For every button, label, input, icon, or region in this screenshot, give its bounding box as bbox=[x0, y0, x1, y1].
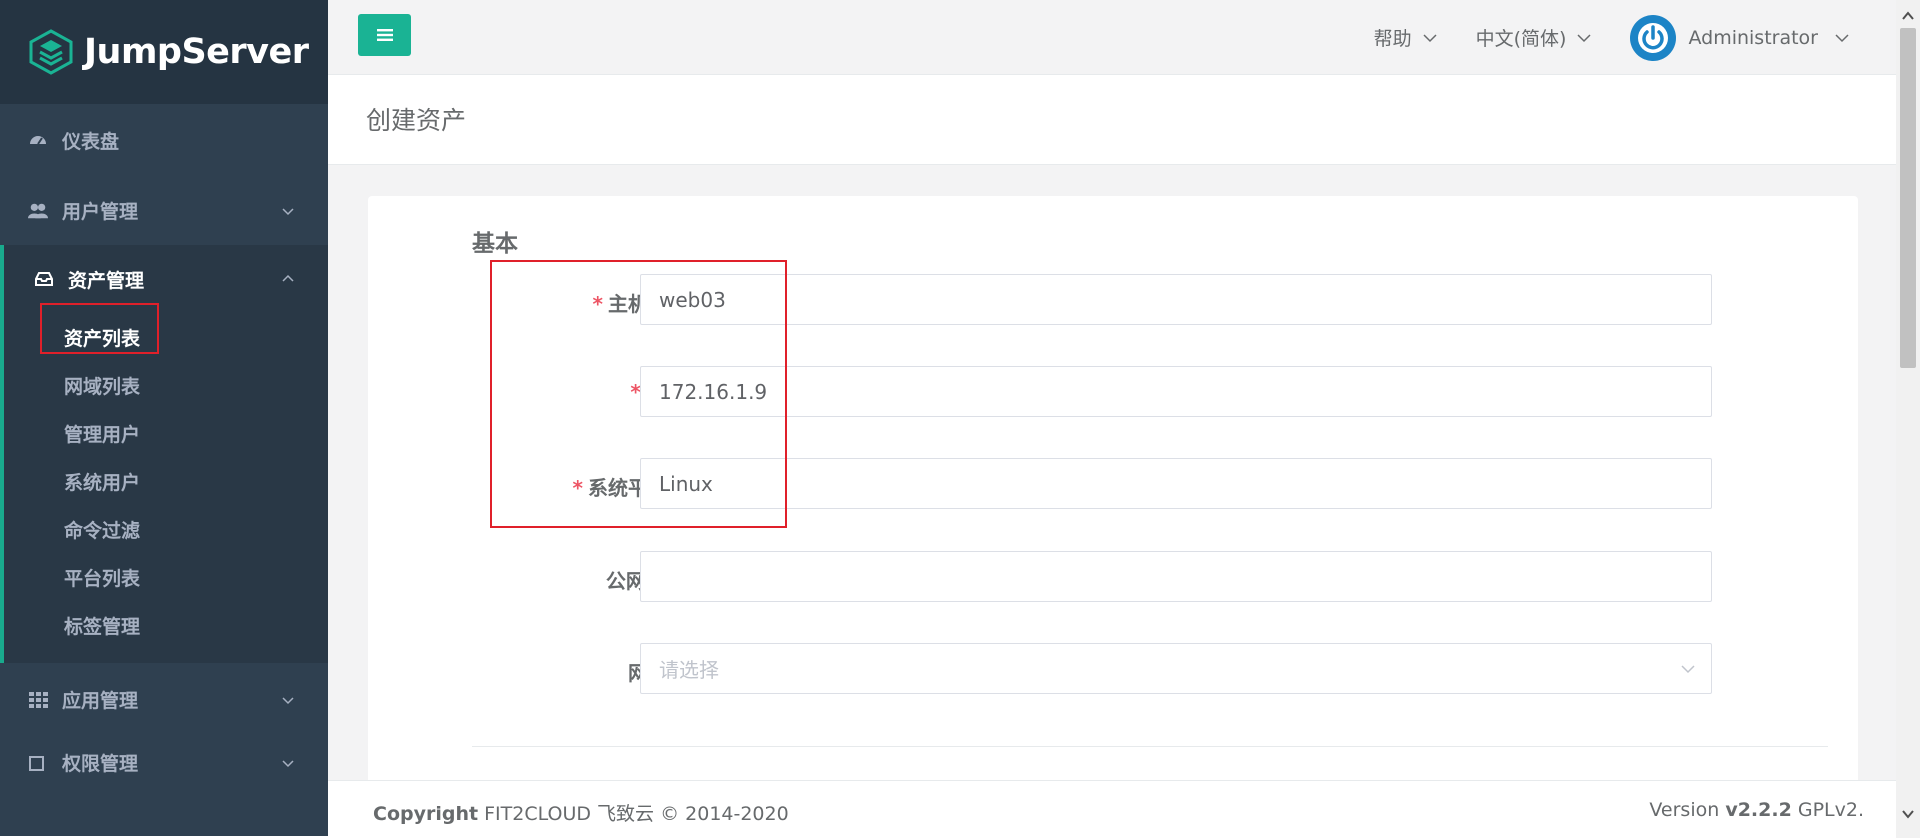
sidebar-item-label: 权限管理 bbox=[62, 753, 139, 775]
help-label: 帮助 bbox=[1373, 28, 1412, 50]
inbox-icon bbox=[34, 269, 54, 289]
sidebar-subitem-label-management[interactable]: 标签管理 bbox=[4, 601, 328, 649]
sidebar-subitem-platform-list[interactable]: 平台列表 bbox=[4, 553, 328, 601]
power-icon bbox=[1638, 22, 1669, 53]
chevron-down-icon bbox=[282, 207, 294, 215]
sidebar-item-users[interactable]: 用户管理 bbox=[0, 176, 328, 245]
sidebar-subitem-label: 系统用户 bbox=[64, 471, 141, 494]
sidebar-subitem-label: 管理用户 bbox=[64, 423, 141, 446]
help-dropdown[interactable]: 帮助 bbox=[1374, 24, 1438, 51]
dashboard-icon bbox=[28, 130, 48, 150]
sidebar-subitem-command-filter[interactable]: 命令过滤 bbox=[4, 505, 328, 553]
language-dropdown[interactable]: 中文(简体) bbox=[1476, 24, 1593, 51]
grid-icon bbox=[28, 690, 48, 710]
sidebar-subitem-label: 平台列表 bbox=[64, 567, 141, 590]
highlight-box bbox=[40, 303, 159, 354]
menu-toggle-button[interactable] bbox=[358, 14, 411, 56]
hostname-input[interactable]: web03 bbox=[640, 274, 1712, 325]
topbar: 帮助 中文(简体) Administrator bbox=[328, 0, 1896, 75]
copyright: Copyright FIT2CLOUD 飞致云 © 2014-2020 bbox=[373, 803, 789, 825]
chevron-down-icon bbox=[1681, 664, 1695, 673]
sidebar-submenu-assets: 资产列表 网域列表 管理用户 系统用户 命令过滤 平台列表 标签管理 bbox=[4, 303, 328, 663]
footer: Copyright FIT2CLOUD 飞致云 © 2014-2020 Vers… bbox=[328, 780, 1896, 838]
scroll-up-icon[interactable] bbox=[1900, 8, 1916, 24]
hamburger-icon bbox=[376, 29, 393, 41]
user-name: Administrator bbox=[1688, 26, 1818, 49]
sidebar-item-apps[interactable]: 应用管理 bbox=[0, 665, 328, 734]
section-title: 基本 bbox=[472, 231, 518, 257]
chevron-down-icon bbox=[282, 759, 294, 767]
page-heading: 创建资产 bbox=[328, 75, 1896, 165]
chevron-down-icon bbox=[1577, 33, 1591, 42]
scroll-thumb[interactable] bbox=[1900, 28, 1916, 368]
sidebar-subitem-label: 标签管理 bbox=[64, 615, 141, 638]
sidebar-subitem-asset-list[interactable]: 资产列表 bbox=[4, 303, 328, 361]
sidebar-item-label: 用户管理 bbox=[62, 201, 139, 223]
sidebar-subitem-domain-list[interactable]: 网域列表 bbox=[4, 361, 328, 409]
avatar bbox=[1630, 14, 1677, 61]
sidebar-item-label: 仪表盘 bbox=[62, 130, 120, 153]
domain-placeholder: 请选择 bbox=[659, 658, 719, 682]
sidebar-group-assets: 资产管理 资产列表 网域列表 管理用户 系统用户 命令过滤 平台列表 标签管理 bbox=[0, 245, 328, 663]
sidebar-subitem-admin-users[interactable]: 管理用户 bbox=[4, 409, 328, 457]
scrollbar[interactable] bbox=[1896, 0, 1920, 838]
version-info: Version v2.2.2 GPLv2. bbox=[1649, 799, 1864, 821]
public-ip-input[interactable] bbox=[640, 551, 1712, 602]
edit-icon bbox=[28, 753, 48, 773]
logo-text: JumpServer bbox=[84, 32, 309, 72]
sidebar-item-label: 资产管理 bbox=[68, 269, 145, 292]
chevron-down-icon bbox=[282, 696, 294, 704]
sidebar-item-label: 应用管理 bbox=[62, 690, 139, 712]
jumpserver-logo-icon bbox=[29, 29, 73, 75]
topbar-right: 帮助 中文(简体) Administrator bbox=[1374, 0, 1896, 75]
sidebar-subitem-system-users[interactable]: 系统用户 bbox=[4, 457, 328, 505]
logo[interactable]: JumpServer bbox=[0, 0, 328, 104]
chevron-down-icon bbox=[1835, 33, 1849, 42]
highlight-box bbox=[490, 260, 787, 528]
divider bbox=[472, 746, 1828, 747]
sidebar-subitem-label: 命令过滤 bbox=[64, 519, 141, 542]
chevron-down-icon bbox=[1423, 33, 1437, 42]
users-icon bbox=[28, 201, 48, 221]
form-row-public-ip: 公网IP bbox=[472, 551, 1712, 603]
page-title: 创建资产 bbox=[366, 106, 467, 135]
sidebar-item-perms[interactable]: 权限管理 bbox=[0, 728, 328, 797]
domain-select[interactable]: 请选择 bbox=[640, 643, 1712, 694]
sidebar-subitem-label: 网域列表 bbox=[64, 375, 141, 398]
language-label: 中文(简体) bbox=[1475, 28, 1567, 50]
chevron-up-icon bbox=[282, 274, 294, 282]
form-row-domain: 网域 请选择 bbox=[472, 643, 1712, 695]
platform-select[interactable]: Linux bbox=[640, 458, 1712, 509]
sidebar: JumpServer 仪表盘 用户管理 资产管理 资产列表 网域列表 管理用户 … bbox=[0, 0, 328, 836]
sidebar-item-dashboard[interactable]: 仪表盘 bbox=[0, 104, 328, 176]
user-dropdown[interactable]: Administrator bbox=[1630, 14, 1850, 61]
ip-input[interactable]: 172.16.1.9 bbox=[640, 366, 1712, 417]
scroll-down-icon[interactable] bbox=[1900, 806, 1916, 822]
